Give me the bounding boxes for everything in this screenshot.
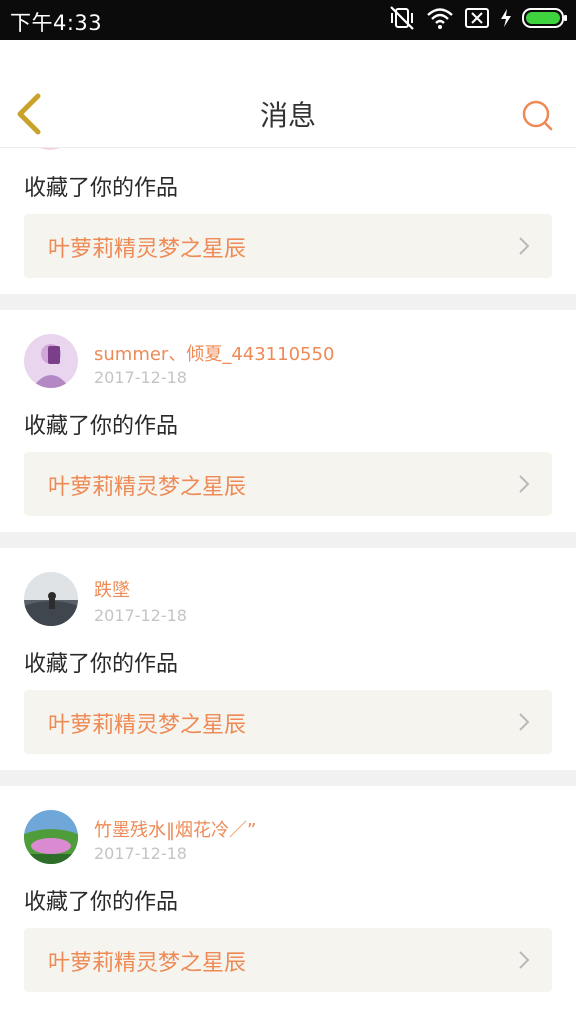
message-action: 收藏了你的作品 [24, 176, 179, 201]
status-icons [388, 0, 568, 40]
avatar[interactable] [24, 810, 78, 864]
no-sim-icon [464, 6, 490, 34]
work-title: 叶萝莉精灵梦之星辰 [48, 475, 247, 500]
message-list[interactable]: 收藏了你的作品 叶萝莉精灵梦之星辰 summer、倾夏_443110550 20… [0, 148, 576, 1024]
wifi-icon [426, 6, 454, 34]
chevron-right-icon [518, 950, 530, 970]
status-bar: 下午4:33 [0, 0, 576, 40]
chevron-right-icon [518, 712, 530, 732]
work-title: 叶萝莉精灵梦之星辰 [48, 951, 247, 976]
message-card: 跌墜 2017-12-18 收藏了你的作品 叶萝莉精灵梦之星辰 [0, 548, 576, 770]
message-action: 收藏了你的作品 [24, 652, 179, 677]
user-name[interactable]: 跌墜 [94, 576, 130, 602]
status-time: 下午4:33 [10, 11, 103, 35]
message-action: 收藏了你的作品 [24, 414, 179, 439]
avatar[interactable] [24, 334, 78, 388]
battery-icon [522, 7, 568, 33]
message-date: 2017-12-18 [94, 368, 187, 387]
chevron-right-icon [518, 474, 530, 494]
work-link[interactable]: 叶萝莉精灵梦之星辰 [24, 928, 552, 992]
charging-icon [500, 8, 512, 32]
chevron-right-icon [518, 236, 530, 256]
message-date: 2017-12-18 [94, 606, 187, 625]
work-title: 叶萝莉精灵梦之星辰 [48, 237, 247, 262]
message-card: 竹墨残水‖烟花冷／” 2017-12-18 收藏了你的作品 叶萝莉精灵梦之星辰 [0, 786, 576, 1024]
work-link[interactable]: 叶萝莉精灵梦之星辰 [24, 452, 552, 516]
avatar [30, 148, 70, 154]
work-title: 叶萝莉精灵梦之星辰 [48, 713, 247, 738]
search-icon [520, 100, 556, 138]
message-card: 收藏了你的作品 叶萝莉精灵梦之星辰 [0, 148, 576, 294]
work-link[interactable]: 叶萝莉精灵梦之星辰 [24, 690, 552, 754]
page-title: 消息 [259, 99, 316, 132]
message-date: 2017-12-18 [94, 844, 187, 863]
work-link[interactable]: 叶萝莉精灵梦之星辰 [24, 214, 552, 278]
user-name[interactable]: 竹墨残水‖烟花冷／” [94, 816, 256, 842]
avatar[interactable] [24, 572, 78, 626]
vibrate-off-icon [388, 5, 416, 35]
search-button[interactable] [520, 98, 556, 134]
user-name[interactable]: summer、倾夏_443110550 [94, 340, 334, 366]
message-action: 收藏了你的作品 [24, 890, 179, 915]
app-bar: 消息 [0, 40, 576, 148]
message-card: summer、倾夏_443110550 2017-12-18 收藏了你的作品 叶… [0, 310, 576, 532]
